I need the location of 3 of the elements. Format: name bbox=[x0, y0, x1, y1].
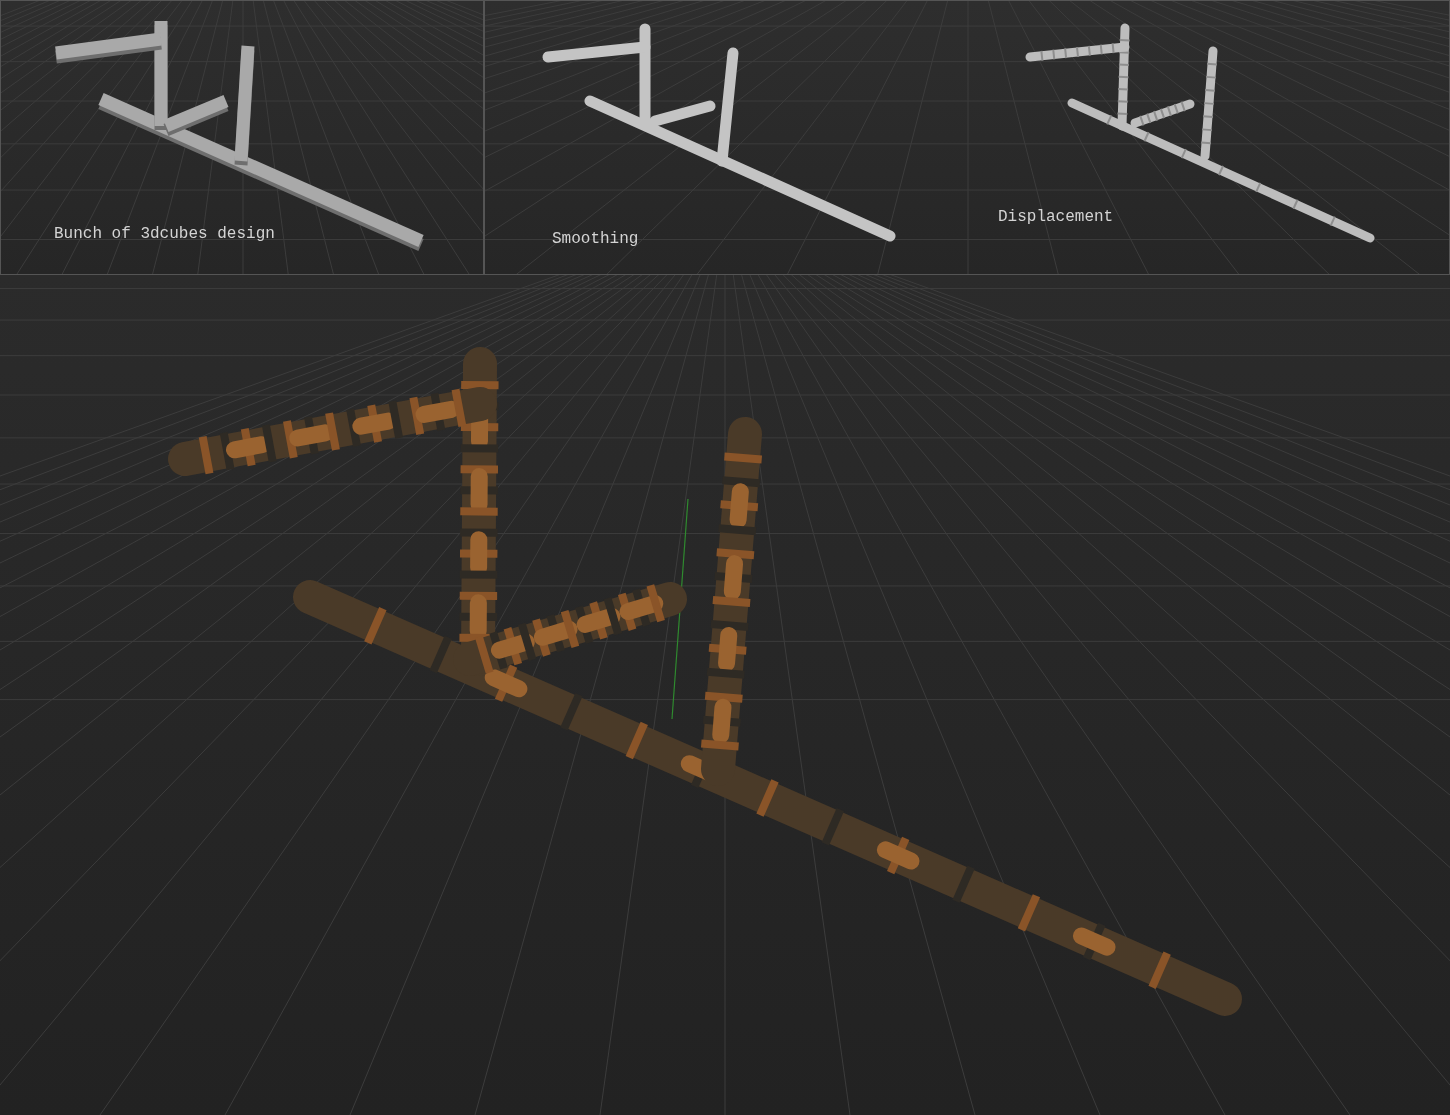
caption-text: Smoothing bbox=[552, 231, 639, 247]
caption-text: Bunch of 3dcubes design bbox=[54, 226, 275, 242]
caption-text: Displacement bbox=[998, 209, 1114, 225]
